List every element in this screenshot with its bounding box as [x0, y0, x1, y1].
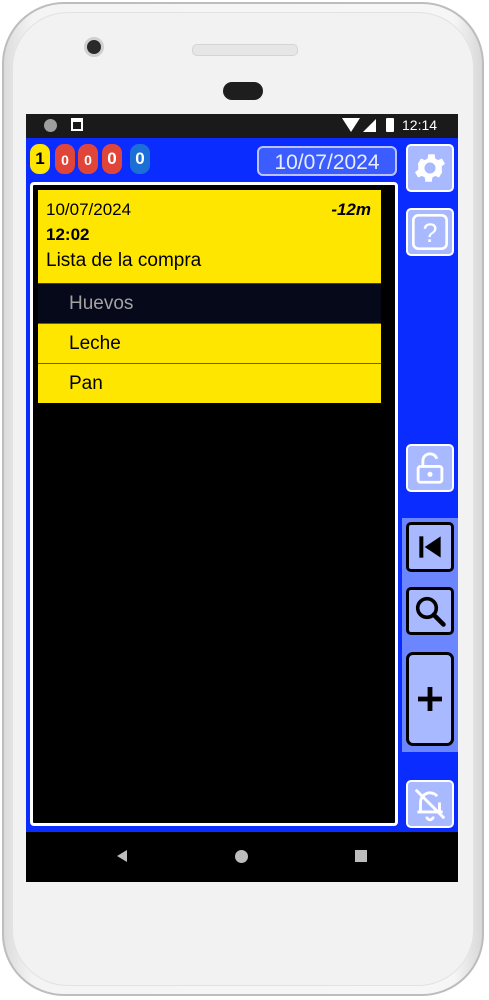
counter-red-c[interactable]: 0	[102, 144, 122, 174]
svg-text:?: ?	[423, 218, 438, 248]
app-area: 1 0 0 0 0 10/07/2024 ? 10/07/2024 -12m 1…	[26, 138, 458, 832]
list-item-label: Leche	[69, 333, 121, 354]
list-item[interactable]: Huevos	[38, 283, 381, 323]
notifications-off-button[interactable]	[406, 780, 454, 828]
list-item-label: Huevos	[69, 293, 134, 314]
help-question-icon: ?	[412, 214, 448, 250]
status-time: 12:14	[402, 117, 438, 133]
search-button[interactable]	[406, 587, 454, 635]
unlock-padlock-icon	[416, 452, 444, 484]
counter-blue[interactable]: 0	[130, 144, 150, 174]
settings-button[interactable]	[406, 144, 454, 192]
add-plus-icon	[418, 687, 442, 711]
help-button[interactable]: ?	[406, 208, 454, 256]
list-item[interactable]: Pan	[38, 363, 381, 403]
date-selector[interactable]: 10/07/2024	[257, 146, 397, 176]
note-date: 10/07/2024	[46, 200, 132, 219]
skip-to-first-icon	[419, 536, 441, 558]
recent-apps-icon[interactable]	[355, 850, 367, 862]
screen: 12:14 1 0 0 0 0 10/07/2024 ? 10/07/2024 …	[26, 114, 458, 882]
note-time: 12:02	[46, 225, 90, 244]
counter-red-a[interactable]: 0	[55, 144, 75, 174]
home-icon[interactable]	[235, 850, 248, 863]
calendar-notification-icon	[71, 118, 83, 131]
counter-yellow[interactable]: 1	[30, 144, 50, 174]
notifications-off-bell-icon	[414, 788, 446, 822]
unlock-button[interactable]	[406, 444, 454, 492]
go-first-button[interactable]	[406, 522, 454, 572]
counter-red-b[interactable]: 0	[78, 144, 98, 174]
speaker-grill	[192, 44, 298, 56]
earpiece	[223, 82, 263, 100]
note-time-delta: -12m	[331, 200, 371, 219]
wifi-icon	[342, 118, 360, 132]
system-nav-bar	[26, 832, 458, 882]
notification-dot-icon	[44, 119, 57, 132]
search-magnifier-icon	[415, 596, 446, 627]
settings-gear-icon	[414, 154, 446, 182]
battery-icon	[386, 118, 394, 132]
front-camera	[84, 37, 104, 57]
note-title: Lista de la compra	[46, 250, 202, 271]
note-card[interactable]: 10/07/2024 -12m 12:02 Lista de la compra	[38, 190, 381, 283]
back-icon[interactable]	[117, 850, 127, 862]
note-list[interactable]: 10/07/2024 -12m 12:02 Lista de la compra…	[30, 182, 398, 826]
status-bar: 12:14	[26, 114, 458, 138]
add-button[interactable]	[406, 652, 454, 746]
list-item[interactable]: Leche	[38, 323, 381, 363]
list-item-label: Pan	[69, 373, 103, 394]
cell-signal-icon	[363, 119, 376, 132]
